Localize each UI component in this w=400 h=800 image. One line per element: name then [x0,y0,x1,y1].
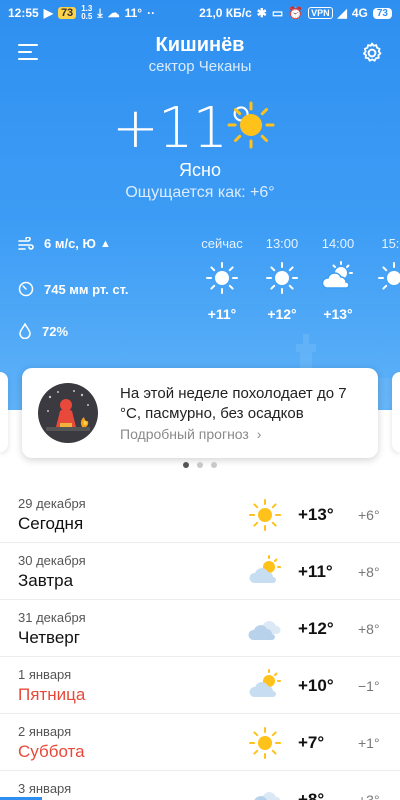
city-name[interactable]: Кишинёв [0,34,400,57]
day-row[interactable]: 2 января Суббота +7° +1° [0,714,400,771]
hour-label: сейчас [201,236,243,251]
day-max-temp: +8° [298,790,325,800]
day-min-temp: +8° [358,621,380,637]
day-name: Суббота [18,742,85,761]
pressure-gauge-icon [18,281,34,297]
status-time: 12:55 [8,6,39,20]
next-card-edge[interactable] [392,372,400,452]
cold-weather-illustration-icon [38,383,98,443]
hour-temp: +11° [207,306,237,322]
hour-label: 14:00 [321,236,355,251]
alarm-icon: ⏰ [288,6,304,20]
day-min-temp: +1° [358,735,380,751]
day-name: Завтра [18,571,74,590]
district-name[interactable]: сектор Чеканы [0,58,400,75]
hero-panel: 12:55 ▶ 73 1.3 0.5 ⤓ ☁ 11° ·· 21,0 КБ/с ✱… [0,0,400,410]
network-speed: 21,0 КБ/с [199,6,252,20]
vpn-badge: VPN [308,7,333,19]
chevron-right-icon: › [256,426,262,442]
pagination-dot[interactable] [183,462,189,468]
day-max-temp: +13° [298,505,334,524]
day-name: Четверг [18,628,80,647]
day-name: Сегодня [18,514,84,533]
day-min-temp: −1° [358,678,380,694]
day-row[interactable]: 31 декабря Четверг +12° +8° [0,600,400,657]
detailed-forecast-link[interactable]: Подробный прогноз › [120,426,261,442]
feels-like: Ощущается как: +6° [125,184,275,201]
status-bar: 12:55 ▶ 73 1.3 0.5 ⤓ ☁ 11° ·· 21,0 КБ/с ✱… [0,0,400,26]
forecast-summary-text: На этой неделе похолодает до 7 °C, пасму… [120,385,347,422]
sun-icon [206,262,238,294]
hour-item[interactable]: 13:00 +12° [254,236,310,322]
day-min-temp: +6° [358,507,380,523]
day-date: 3 января [18,781,72,796]
play-icon: ▶ [43,6,53,20]
wind-icon [18,236,34,250]
day-row[interactable]: 30 декабря Завтра +11° +8° [0,543,400,600]
data-counter: 1.3 0.5 [81,4,93,21]
day-max-temp: +7° [298,733,325,752]
hour-item[interactable]: 14:00 +13° [310,236,366,322]
partly-cloudy-icon [321,261,353,289]
day-min-temp: +8° [358,564,380,580]
battery-indicator: 73 [372,7,392,19]
sun-icon [248,726,282,760]
day-date: 31 декабря [18,610,86,625]
day-name: Пятница [18,685,86,704]
status-temp: 11° [124,6,143,20]
day-row[interactable]: 1 января Пятница +10° −1° [0,657,400,714]
day-date: 30 декабря [18,553,86,568]
status-badge: 73 [57,7,77,19]
daily-forecast-list: 29 декабря Сегодня +13° +6° 30 декабря Завтра… [0,486,400,800]
partly-cloudy-icon [248,669,282,703]
hour-label: 15:0 [381,236,400,251]
pagination-dot[interactable] [197,462,203,468]
weather-condition: Ясно [179,160,221,180]
vibrate-icon: ▭ [271,6,284,20]
day-max-temp: +11° [298,562,333,581]
cloud-icon [248,612,282,646]
sun-icon [266,262,298,294]
sun-icon [378,262,400,290]
sun-icon [227,101,275,149]
download-icon: ⤓ [97,5,103,20]
hour-item[interactable]: 15:0 [366,236,400,306]
wind-value: 6 м/с, Ю [44,236,96,251]
previous-card-edge[interactable] [0,372,8,452]
more-icon: ·· [147,6,156,20]
hour-item[interactable]: сейчас +11° [194,236,250,322]
pressure-info: 745 мм рт. ст. [18,281,128,297]
carousel-pagination [0,462,400,468]
day-row[interactable]: 29 декабря Сегодня +13° +6° [0,486,400,543]
day-max-temp: +10° [298,676,334,695]
day-max-temp: +12° [298,619,334,638]
day-min-temp: +3° [358,792,380,800]
day-row[interactable]: 3 января +8° +3° [0,771,400,800]
partly-cloudy-icon [248,555,282,589]
wind-direction-icon: ▲ [99,237,111,250]
forecast-summary-card[interactable]: На этой неделе похолодает до 7 °C, пасму… [22,368,378,458]
pagination-dot[interactable] [211,462,217,468]
pressure-value: 745 мм рт. ст. [44,281,129,297]
day-date: 2 января [18,724,72,739]
day-date: 1 января [18,667,72,682]
bluetooth-icon: ✱ [256,6,267,20]
hour-temp: +13° [323,306,353,322]
hour-label: 13:00 [265,236,299,251]
hour-temp: +12° [267,306,297,322]
sun-icon [248,498,282,532]
cloud-icon [248,783,282,800]
cloud-status-icon: ☁ [107,6,120,20]
signal-icon: ◢ [337,6,347,20]
wind-info: 6 м/с, Ю ▲ [18,236,111,251]
day-date: 29 декабря [18,496,86,511]
network-type: 4G [351,6,368,20]
